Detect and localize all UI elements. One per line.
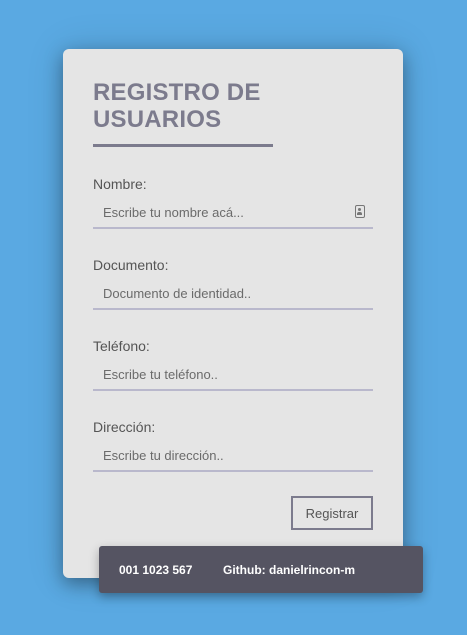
field-label-documento: Documento: xyxy=(93,257,169,273)
field-telefono: Teléfono: xyxy=(93,337,373,391)
nombre-input[interactable] xyxy=(93,197,373,227)
input-wrapper-documento xyxy=(93,278,373,310)
registration-card: REGISTRO DE USUARIOS Nombre: Documento: … xyxy=(63,49,403,578)
register-button[interactable]: Registrar xyxy=(291,496,373,530)
footer-document-number: 001 1023 567 xyxy=(119,563,193,577)
field-label-nombre: Nombre: xyxy=(93,176,147,192)
field-label-telefono: Teléfono: xyxy=(93,338,150,354)
telefono-input[interactable] xyxy=(93,359,373,389)
title-underline xyxy=(93,144,273,147)
field-nombre: Nombre: xyxy=(93,175,373,229)
direccion-input[interactable] xyxy=(93,440,373,470)
field-direccion: Dirección: xyxy=(93,418,373,472)
input-wrapper-direccion xyxy=(93,440,373,472)
documento-input[interactable] xyxy=(93,278,373,308)
input-wrapper-nombre xyxy=(93,197,373,229)
footer-bar: 001 1023 567 Github: danielrincon-m xyxy=(99,546,423,593)
form-title: REGISTRO DE USUARIOS xyxy=(93,79,261,133)
contact-card-icon xyxy=(355,205,365,218)
footer-github-link[interactable]: Github: danielrincon-m xyxy=(223,563,355,577)
field-label-direccion: Dirección: xyxy=(93,419,156,435)
field-documento: Documento: xyxy=(93,256,373,310)
input-wrapper-telefono xyxy=(93,359,373,391)
